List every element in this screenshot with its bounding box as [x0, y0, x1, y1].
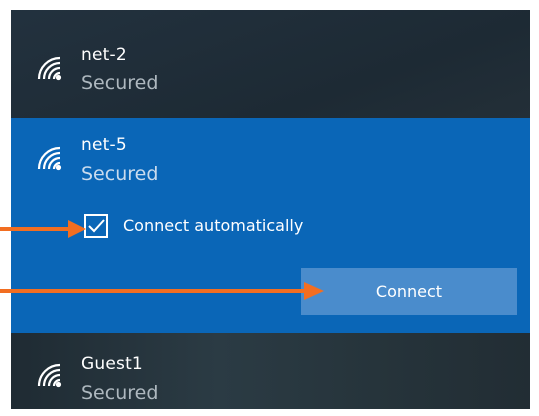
network-status: Secured	[81, 382, 159, 404]
bottom-margin	[0, 409, 539, 416]
top-margin	[0, 0, 539, 10]
network-name: Guest1	[81, 354, 143, 374]
wifi-signal-icon	[37, 363, 62, 388]
wifi-signal-icon	[37, 146, 62, 171]
arrow-to-connect-button	[0, 282, 324, 300]
network-item-net-2[interactable]: net-2 Secured	[11, 10, 530, 118]
connect-automatically-label[interactable]: Connect automatically	[123, 216, 303, 235]
wifi-flyout: net-2 Secured net-5 Secured Connect auto…	[0, 0, 539, 416]
wifi-signal-icon	[37, 56, 62, 81]
left-margin	[0, 0, 11, 416]
network-status: Secured	[81, 163, 159, 185]
arrow-to-checkbox	[0, 220, 86, 238]
network-status: Secured	[81, 72, 159, 94]
connect-button[interactable]: Connect	[301, 268, 517, 315]
right-margin	[530, 0, 539, 416]
network-name: net-5	[81, 135, 127, 155]
network-name: net-2	[81, 45, 127, 65]
network-item-guest1[interactable]: Guest1 Secured	[11, 333, 530, 409]
